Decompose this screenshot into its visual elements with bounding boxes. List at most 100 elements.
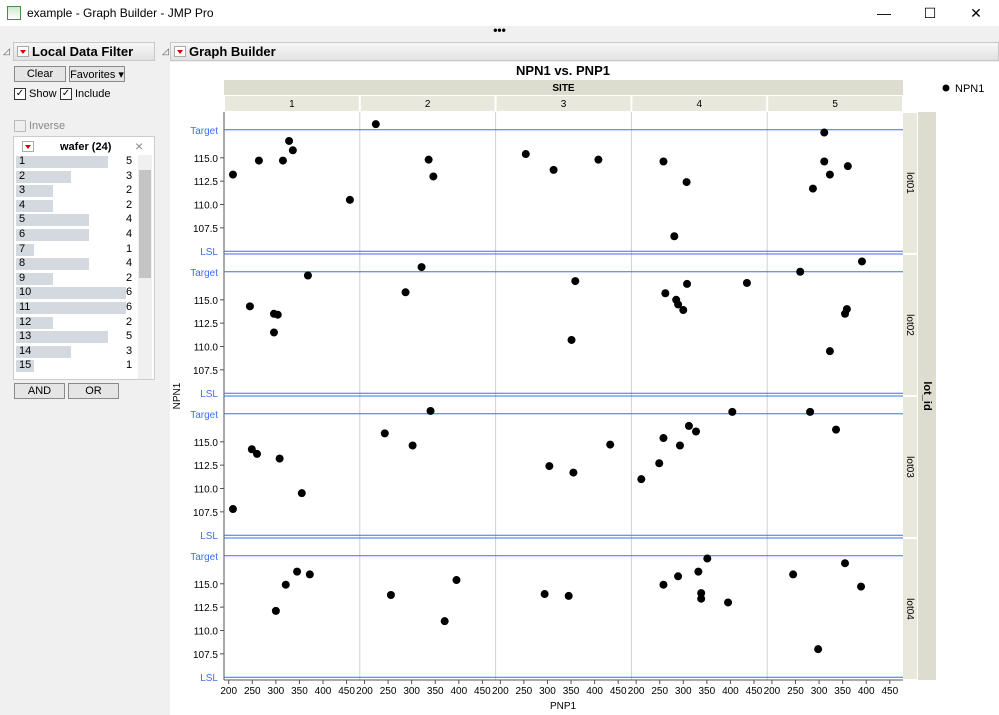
y-tick-label: 110.0 (194, 200, 219, 211)
y-tick-label: 115.0 (194, 580, 219, 591)
data-point (275, 454, 284, 463)
data-point (682, 178, 691, 187)
x-tick-label: 400 (450, 686, 467, 697)
y-axis-label: NPN1 (172, 382, 183, 409)
row-group-label: lot_id (921, 381, 933, 410)
data-point (452, 576, 461, 585)
x-tick-label: 200 (220, 686, 237, 697)
reference-label: LSL (200, 673, 218, 684)
x-tick-label: 450 (881, 686, 898, 697)
data-point (659, 434, 668, 443)
x-axis-label: PNP1 (550, 701, 577, 712)
y-tick-label: 115.0 (194, 438, 219, 449)
column-label: 3 (561, 99, 567, 110)
x-tick-label: 300 (268, 686, 285, 697)
x-tick-label: 300 (675, 686, 692, 697)
data-point (841, 559, 850, 568)
data-point (679, 306, 688, 315)
x-tick-label: 400 (722, 686, 739, 697)
reference-label: Target (190, 552, 218, 563)
legend-marker (942, 84, 950, 92)
data-point (825, 347, 834, 356)
data-point (273, 310, 282, 319)
reference-label: Target (190, 126, 218, 137)
data-point (303, 271, 312, 280)
reference-label: LSL (200, 389, 218, 400)
x-tick-label: 450 (474, 686, 491, 697)
row-label: lot02 (904, 314, 915, 336)
y-tick-label: 112.5 (194, 319, 219, 330)
data-point (820, 157, 829, 166)
y-tick-label: 112.5 (194, 177, 219, 188)
data-point (742, 278, 751, 287)
data-point (637, 475, 646, 484)
y-tick-label: 110.0 (194, 484, 219, 495)
data-point (253, 449, 262, 458)
y-tick-label: 107.5 (193, 366, 218, 377)
data-point (569, 468, 578, 477)
data-point (857, 582, 866, 591)
x-tick-label: 350 (563, 686, 580, 697)
data-point (380, 429, 389, 438)
data-point (691, 427, 700, 436)
y-tick-label: 107.5 (193, 508, 218, 519)
column-label: 2 (425, 99, 431, 110)
data-point (564, 591, 573, 600)
x-tick-label: 400 (315, 686, 332, 697)
row-label: lot01 (904, 172, 915, 194)
data-point (594, 155, 603, 164)
x-tick-label: 350 (834, 686, 851, 697)
data-point (843, 162, 852, 171)
data-point (426, 406, 435, 415)
column-label: 5 (832, 99, 838, 110)
data-point (796, 267, 805, 276)
data-point (674, 572, 683, 581)
data-point (675, 441, 684, 450)
data-point (728, 407, 737, 416)
data-point (661, 289, 670, 298)
data-point (806, 407, 815, 416)
chart: NPN1 vs. PNP1 SITE 1 200 250 300 350 400 450 2 200… (172, 63, 984, 712)
reference-label: Target (190, 268, 218, 279)
x-tick-label: 400 (586, 686, 603, 697)
data-point (684, 421, 693, 430)
data-point (285, 136, 294, 145)
data-point (288, 146, 297, 155)
data-point (789, 570, 798, 579)
x-tick-label: 250 (651, 686, 668, 697)
data-point (245, 302, 254, 311)
x-tick-label: 250 (787, 686, 804, 697)
column-group-label: SITE (552, 83, 575, 94)
data-point (297, 489, 306, 498)
data-point (659, 157, 668, 166)
data-point (724, 598, 733, 607)
x-tick-label: 200 (628, 686, 645, 697)
data-point (269, 328, 278, 337)
data-point (825, 170, 834, 179)
x-tick-label: 450 (338, 686, 355, 697)
y-tick-label: 115.0 (194, 154, 219, 165)
data-point (841, 309, 850, 318)
data-point (567, 335, 576, 344)
data-point (293, 567, 302, 576)
y-tick-label: 110.0 (194, 626, 219, 637)
data-point (228, 505, 237, 514)
x-tick-label: 350 (427, 686, 444, 697)
data-point (305, 570, 314, 579)
data-point (571, 277, 580, 286)
data-point (832, 425, 841, 434)
row-label: lot04 (904, 598, 915, 620)
data-point (694, 567, 703, 576)
x-tick-label: 250 (380, 686, 397, 697)
row-label: lot03 (904, 456, 915, 478)
y-tick-label: 112.5 (194, 603, 219, 614)
data-point (814, 645, 823, 654)
data-point (683, 279, 692, 288)
data-point (386, 590, 395, 599)
x-tick-label: 300 (403, 686, 420, 697)
data-point (424, 155, 433, 164)
data-point (440, 617, 449, 626)
data-point (857, 257, 866, 266)
data-point (549, 165, 558, 174)
x-tick-label: 250 (516, 686, 533, 697)
